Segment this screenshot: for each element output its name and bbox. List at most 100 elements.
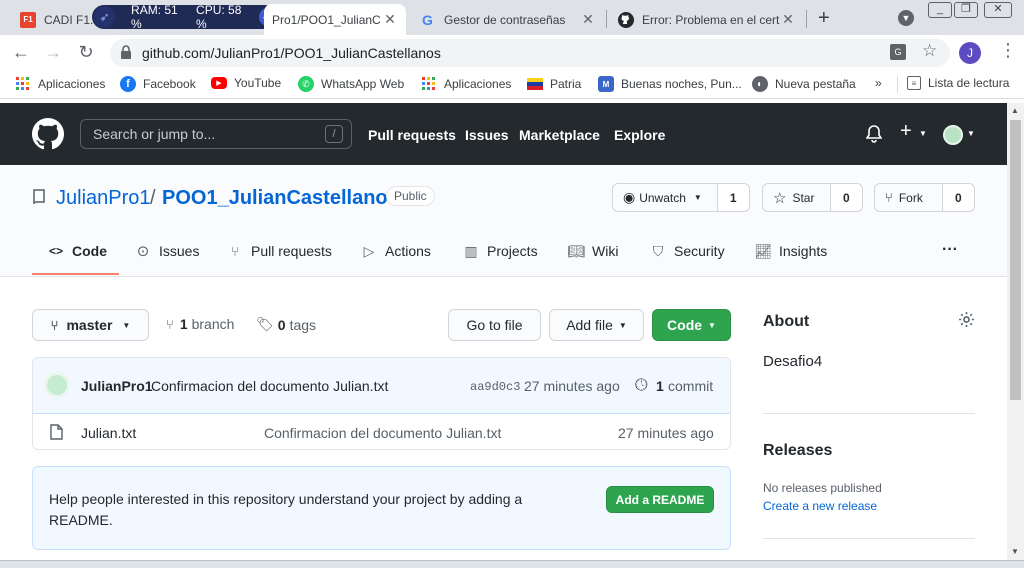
history-icon[interactable]: 🕓︎ [635, 377, 648, 395]
browser-tab-active[interactable]: Pro1/POO1_JulianC ✕ [264, 4, 406, 35]
bookmark-label: Aplicaciones [38, 77, 106, 91]
unwatch-button[interactable]: ◉ Unwatch ▼ [613, 184, 718, 211]
nav-issues[interactable]: Issues [465, 127, 509, 143]
go-to-file-button[interactable]: Go to file [448, 309, 541, 341]
tab-actions[interactable]: ▷ Actions [361, 243, 431, 260]
bookmark-apps-2[interactable]: Aplicaciones [421, 76, 511, 92]
more-tabs-icon[interactable]: ··· [942, 241, 958, 259]
nav-explore[interactable]: Explore [614, 127, 665, 143]
active-tab-underline [32, 273, 119, 275]
tab-insights[interactable]: 📈︎ Insights [754, 243, 827, 260]
minimize-icon[interactable]: _ [928, 2, 952, 18]
close-tab-icon[interactable]: ✕ [382, 11, 398, 28]
tags-link[interactable]: 🏷︎ 0 tags [256, 316, 316, 333]
branch-icon: ⑂ [50, 317, 59, 333]
commit-count[interactable]: 1 [656, 378, 664, 394]
bookmark-patria[interactable]: Patria [527, 76, 581, 92]
fork-button-group: ⑂ Fork 0 [874, 183, 975, 212]
unwatch-label: Unwatch [639, 190, 686, 205]
commit-message[interactable]: Confirmacion del documento Julian.txt [151, 378, 388, 394]
watch-count[interactable]: 1 [717, 184, 749, 211]
url-text: github.com/JulianPro1/POO1_JulianCastell… [142, 45, 441, 61]
tab-search-icon[interactable]: ▼ [898, 10, 914, 26]
bookmark-star-icon[interactable]: ☆ [922, 41, 937, 61]
commit-author-avatar[interactable] [44, 372, 70, 398]
bookmark-whatsapp[interactable]: ✆ WhatsApp Web [298, 76, 404, 92]
lock-icon[interactable] [120, 45, 132, 64]
new-tab-icon[interactable]: + [818, 7, 830, 30]
browser-tab[interactable]: F1 CADI F1. [8, 4, 98, 35]
nav-marketplace[interactable]: Marketplace [519, 127, 600, 143]
branches-link[interactable]: ⑂ 1 branch [166, 316, 234, 332]
github-logo-icon[interactable] [32, 118, 64, 155]
restore-icon[interactable]: ❐ [954, 2, 978, 18]
gear-icon[interactable] [958, 311, 975, 333]
releases-heading[interactable]: Releases [763, 442, 832, 460]
star-count[interactable]: 0 [830, 184, 862, 211]
tab-pull-requests[interactable]: ⑂ Pull requests [227, 243, 332, 259]
menu-kebab-icon[interactable]: ⋮ [999, 40, 1017, 61]
back-icon[interactable]: ← [10, 41, 32, 63]
scrollbar-thumb[interactable] [1010, 120, 1021, 400]
tab-issues[interactable]: ⊙ Issues [135, 243, 200, 260]
reload-icon[interactable]: ↻ [75, 41, 97, 63]
profile-avatar[interactable]: J [959, 42, 981, 64]
bookmark-buenas-noches[interactable]: M Buenas noches, Pun... [598, 76, 742, 92]
tab-label: Wiki [592, 243, 619, 259]
more-bookmarks-icon[interactable]: » [875, 76, 882, 90]
bookmark-facebook[interactable]: f Facebook [120, 76, 196, 92]
bookmark-label: Patria [550, 77, 582, 91]
project-board-icon: ▥ [464, 242, 478, 259]
tab-label: Code [72, 243, 107, 259]
reading-list[interactable]: ≡ Lista de lectura [907, 76, 1009, 90]
avatar[interactable] [943, 125, 963, 145]
page-scrollbar[interactable]: ▲ ▼ [1007, 103, 1024, 560]
add-file-button[interactable]: Add file ▼ [549, 309, 644, 341]
tag-label: tags [289, 316, 317, 333]
repo-name-link[interactable]: POO1_JulianCastellanos [162, 187, 399, 210]
scroll-down-icon[interactable]: ▼ [1011, 547, 1019, 556]
star-button[interactable]: ☆ Star [763, 184, 831, 211]
commit-sha[interactable]: aa9d0c3 [470, 380, 520, 394]
address-bar[interactable]: github.com/JulianPro1/POO1_JulianCastell… [110, 39, 950, 67]
chevron-down-icon[interactable]: ▼ [919, 129, 927, 138]
tab-code[interactable]: <> Code [48, 243, 107, 259]
close-tab-icon[interactable]: ✕ [780, 11, 796, 28]
file-name[interactable]: Julian.txt [81, 425, 136, 441]
add-readme-button[interactable]: Add a README [606, 486, 714, 513]
close-tab-icon[interactable]: ✕ [580, 11, 596, 28]
browser-tab[interactable]: G Gestor de contraseñas ✕ [408, 4, 604, 35]
file-commit-message[interactable]: Confirmacion del documento Julian.txt [264, 425, 501, 441]
tab-projects[interactable]: ▥ Projects [463, 242, 538, 260]
fork-count[interactable]: 0 [942, 184, 974, 211]
search-input[interactable]: Search or jump to... / [80, 119, 352, 149]
branch-select-button[interactable]: ⑂ master ▼ [32, 309, 149, 341]
create-release-link[interactable]: Create a new release [763, 499, 877, 513]
create-new-icon[interactable]: + [900, 120, 912, 143]
tab-wiki[interactable]: 📖︎ Wiki [567, 243, 619, 260]
bookmark-youtube[interactable]: ▶ YouTube [211, 76, 281, 90]
repo-path-separator: / [150, 187, 156, 209]
nav-pull-requests[interactable]: Pull requests [368, 127, 456, 143]
repo-owner-link[interactable]: JulianPro1 [56, 187, 151, 210]
bell-icon[interactable] [865, 125, 883, 148]
sidebar-divider [763, 413, 975, 414]
scroll-up-icon[interactable]: ▲ [1011, 106, 1019, 115]
browser-tab[interactable]: Error: Problema en el cert ✕ [606, 4, 804, 35]
ram-usage: RAM: 51 % [131, 3, 178, 31]
bookmark-apps[interactable]: Aplicaciones [15, 76, 105, 92]
bookmark-nueva-pestana[interactable]: ◐ Nueva pestaña [752, 76, 856, 92]
chevron-down-icon[interactable]: ▼ [967, 129, 975, 138]
translate-icon[interactable]: G [890, 44, 906, 60]
table-row: Julian.txt Confirmacion del documento Ju… [33, 415, 730, 450]
commit-count-label[interactable]: commit [668, 378, 713, 394]
forward-icon[interactable]: → [42, 41, 64, 63]
tab-label: Projects [487, 243, 538, 259]
eye-icon: ◉ [623, 189, 636, 205]
close-window-icon[interactable]: ✕ [984, 2, 1012, 18]
tab-security[interactable]: ⛉ Security [650, 243, 725, 260]
fork-button[interactable]: ⑂ Fork [875, 184, 943, 211]
code-download-button[interactable]: Code ▼ [652, 309, 731, 341]
apps-grid-icon [15, 76, 31, 92]
commit-author[interactable]: JulianPro1 [81, 378, 153, 394]
